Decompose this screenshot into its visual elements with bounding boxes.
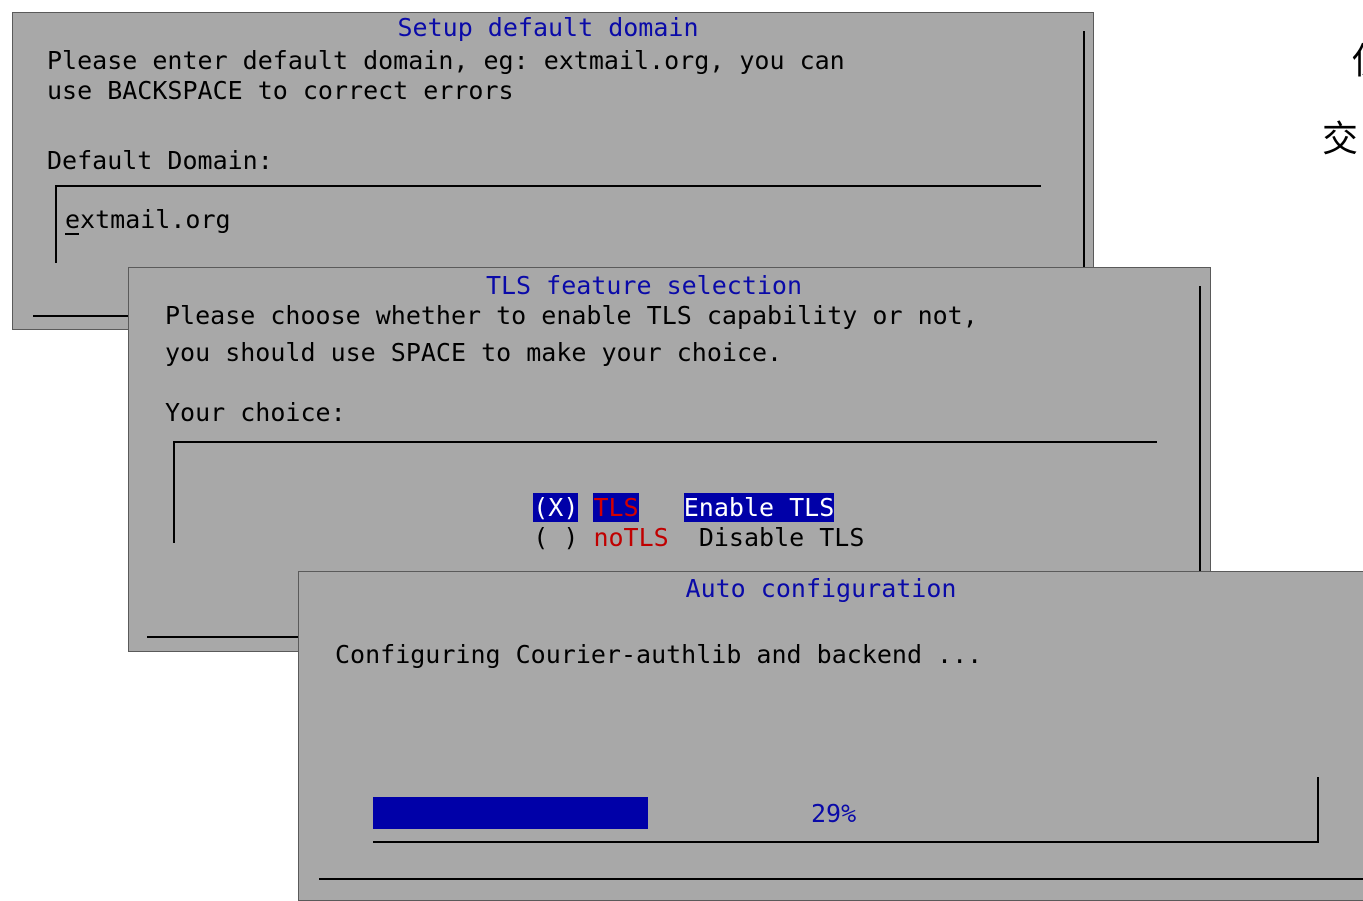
tls-dialog-title: TLS feature selection	[485, 271, 803, 300]
progress-box-right-border	[1317, 777, 1319, 843]
domain-instructions-line1: Please enter default domain, eg: extmail…	[47, 46, 845, 75]
domain-input-left-border	[55, 185, 57, 263]
domain-dialog-right-border	[1083, 31, 1085, 289]
auto-config-dialog: Auto configuration Configuring Courier-a…	[298, 571, 1363, 901]
text-cursor	[65, 233, 79, 235]
option-notls-key[interactable]: noTLS	[593, 523, 668, 552]
option-notls-mark[interactable]: ( )	[533, 523, 578, 552]
default-domain-label: Default Domain:	[47, 146, 273, 175]
auto-config-title: Auto configuration	[685, 574, 957, 603]
domain-instructions-line2: use BACKSPACE to correct errors	[47, 76, 514, 105]
choice-box-left-border	[173, 441, 175, 543]
side-char-1: 使	[1352, 32, 1363, 84]
tls-instructions-line1: Please choose whether to enable TLS capa…	[165, 301, 978, 330]
domain-input-top-border	[55, 185, 1041, 187]
choice-box-top-border	[173, 441, 1157, 443]
domain-dialog-title: Setup default domain	[397, 13, 699, 42]
tls-dialog-right-border	[1199, 286, 1201, 576]
your-choice-label: Your choice:	[165, 398, 346, 427]
progress-bar-fill	[373, 797, 648, 829]
option-notls-desc[interactable]: Disable TLS	[699, 523, 865, 552]
progress-box-bottom-border	[373, 841, 1319, 843]
domain-input[interactable]: extmail.org	[65, 205, 231, 235]
tls-dialog-bottom-line	[147, 636, 307, 638]
side-char-2: 交	[1322, 119, 1359, 160]
domain-dialog-bottom-line	[33, 315, 133, 317]
tls-instructions-line2: you should use SPACE to make your choice…	[165, 338, 783, 367]
configuring-message: Configuring Courier-authlib and backend …	[335, 640, 983, 669]
auto-config-bottom-line	[319, 878, 1363, 880]
progress-percent-label: 29%	[811, 799, 857, 828]
option-notls[interactable]: ( ) noTLS Disable TLS	[473, 493, 864, 583]
